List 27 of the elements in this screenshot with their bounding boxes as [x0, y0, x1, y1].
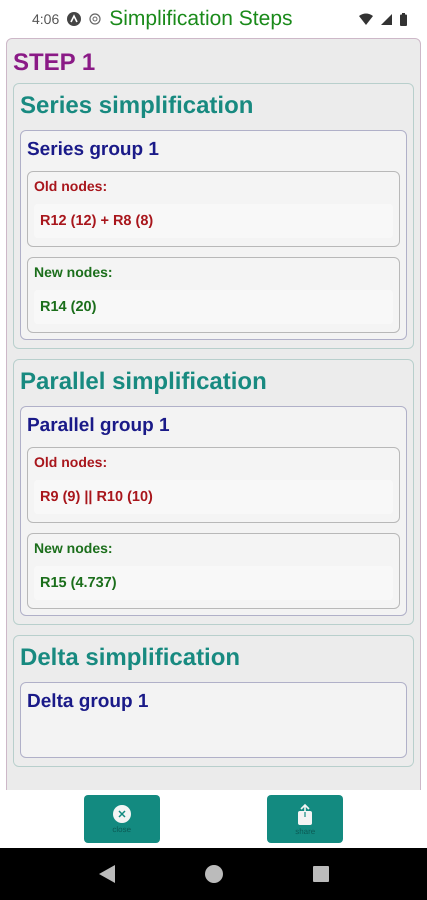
wifi-icon: [359, 13, 373, 25]
section-title: Series simplification: [20, 92, 254, 120]
signal-icon: [381, 14, 392, 24]
group-title: Parallel group 1: [27, 415, 171, 437]
home-icon[interactable]: [204, 865, 222, 883]
nodes-value: R14 (20): [34, 290, 393, 324]
nodes-value: R9 (9) || R10 (10): [34, 480, 393, 514]
step-title: STEP 1: [13, 48, 96, 78]
status-time: 4:06: [32, 11, 60, 27]
section-title: Parallel simplification: [20, 368, 268, 396]
group-title: Delta group 1: [27, 691, 150, 713]
nodes-label: New nodes:: [34, 264, 114, 280]
recents-icon[interactable]: [312, 866, 328, 882]
group-title: Series group 1: [27, 139, 160, 161]
nodes-label: Old nodes:: [34, 178, 108, 194]
nodes-label: Old nodes:: [34, 454, 108, 470]
nodes-value: R15 (4.737): [34, 566, 393, 600]
section-title: Delta simplification: [20, 644, 242, 672]
notification-icon: [67, 12, 82, 26]
close-icon: [112, 804, 131, 822]
back-icon[interactable]: [98, 865, 114, 883]
notification-icon: [89, 13, 102, 25]
nodes-value: R12 (12) + R8 (8): [34, 204, 393, 238]
share-icon: [297, 802, 314, 824]
app-title: Simplification Steps: [109, 7, 294, 31]
nodes-label: New nodes:: [34, 540, 114, 556]
battery-icon: [400, 12, 407, 26]
